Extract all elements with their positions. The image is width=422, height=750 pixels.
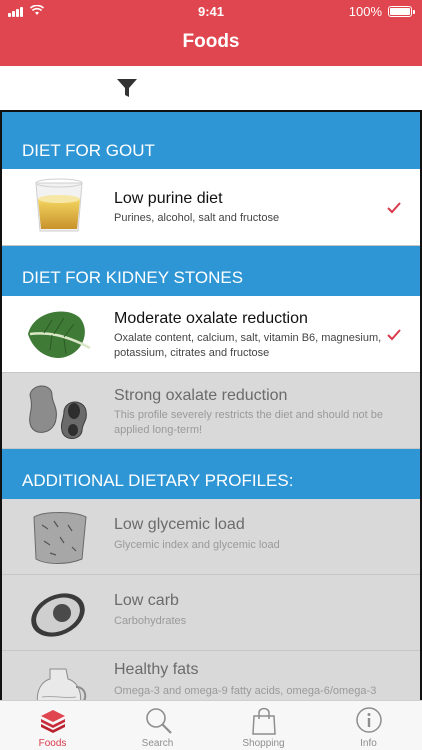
nav-bar: 9:41 100% Foods [0, 0, 422, 66]
bread-image [33, 512, 87, 564]
status-bar: 9:41 100% [0, 0, 422, 24]
diet-profile-list[interactable]: DIET FOR GOUT Low purine diet Purines, a… [0, 110, 422, 700]
row-low-carb[interactable]: Low carb Carbohydrates [2, 575, 420, 651]
section-header-kidney-stones: DIET FOR KIDNEY STONES [2, 246, 420, 296]
tab-shopping[interactable]: Shopping [211, 701, 316, 750]
row-low-glycemic-load[interactable]: Low glycemic load Glycemic index and gly… [2, 499, 420, 575]
beer-glass-image [35, 178, 83, 232]
tab-label: Shopping [242, 738, 285, 749]
row-subtitle: Oxalate content, calcium, salt, vitamin … [114, 332, 382, 359]
section-title: DIET FOR KIDNEY STONES [22, 268, 244, 287]
section-title: DIET FOR GOUT [22, 141, 155, 160]
tab-label: Search [141, 738, 174, 749]
row-subtitle: Glycemic index and glycemic load [114, 539, 280, 551]
row-subtitle: This profile severely restricts the diet… [114, 409, 384, 436]
row-title: Moderate oxalate reduction [114, 310, 308, 327]
avocado-image [31, 593, 85, 637]
shopping-bag-icon [252, 707, 276, 735]
row-low-purine-diet[interactable]: Low purine diet Purines, alcohol, salt a… [2, 169, 420, 246]
oil-jug-image [36, 668, 87, 700]
row-subtitle: Purines, alcohol, salt and fructose [114, 212, 280, 224]
row-title: Low carb [114, 592, 179, 609]
magnifier-icon [146, 708, 172, 734]
info-icon [356, 707, 382, 733]
battery-percent: 100% [348, 4, 382, 19]
leafy-green-image [28, 311, 91, 358]
checkmark-icon [387, 329, 401, 341]
tab-search[interactable]: Search [105, 701, 210, 750]
filter-bar [0, 66, 422, 111]
tab-bar: Foods Search Shopping Info [0, 700, 422, 750]
stack-icon [41, 710, 65, 733]
page-title: Foods [182, 31, 240, 52]
peanuts-image [29, 385, 87, 439]
tab-info[interactable]: Info [316, 701, 421, 750]
section-title: ADDITIONAL DIETARY PROFILES: [22, 471, 294, 490]
row-healthy-fats[interactable]: Healthy fats Omega-3 and omega-9 fatty a… [2, 651, 420, 700]
checkmark-icon [387, 202, 401, 214]
row-title: Strong oxalate reduction [114, 387, 288, 404]
row-subtitle: Carbohydrates [114, 615, 187, 627]
row-subtitle: Omega-3 and omega-9 fatty acids, omega-6… [114, 685, 377, 697]
row-title: Healthy fats [114, 661, 199, 678]
funnel-icon[interactable] [115, 76, 139, 100]
battery-icon [388, 6, 415, 17]
section-header-additional-profiles: ADDITIONAL DIETARY PROFILES: [2, 449, 420, 499]
row-title: Low glycemic load [114, 516, 245, 533]
row-title: Low purine diet [114, 190, 223, 207]
row-strong-oxalate-reduction[interactable]: Strong oxalate reduction This profile se… [2, 373, 420, 449]
tab-label: Foods [38, 738, 67, 749]
tab-label: Info [360, 738, 377, 749]
section-header-gout: DIET FOR GOUT [2, 112, 420, 169]
tab-foods[interactable]: Foods [0, 701, 105, 750]
row-moderate-oxalate-reduction[interactable]: Moderate oxalate reduction Oxalate conte… [2, 296, 420, 373]
